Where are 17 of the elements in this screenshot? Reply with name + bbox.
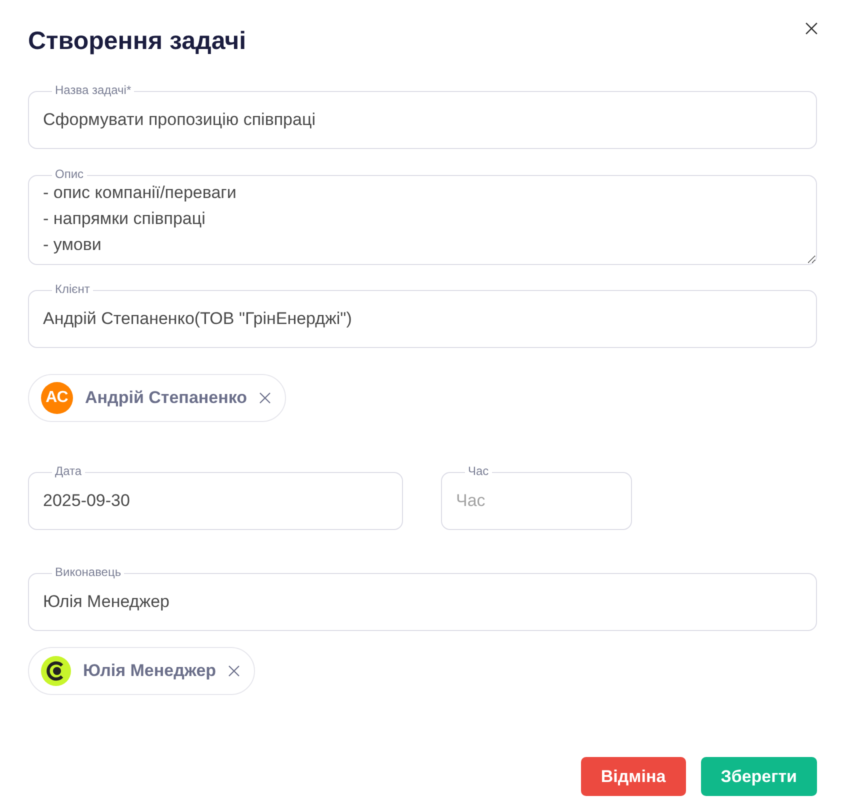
close-icon bbox=[259, 392, 272, 404]
dialog-title: Створення задачі bbox=[28, 26, 246, 56]
close-icon bbox=[804, 22, 818, 34]
field-label: Час bbox=[465, 465, 492, 478]
field-label: Назва задачі* bbox=[52, 84, 134, 97]
close-icon bbox=[228, 665, 240, 677]
field-label: Дата bbox=[52, 465, 85, 478]
field-label: Виконавець bbox=[52, 566, 124, 579]
cancel-button[interactable]: Відміна bbox=[580, 757, 686, 796]
avatar: АС bbox=[41, 382, 73, 414]
remove-button[interactable] bbox=[228, 665, 240, 677]
chip-name: Андрій Степаненко bbox=[85, 388, 248, 408]
chip-name: Юлія Менеджер bbox=[83, 661, 216, 681]
field-label: Опис bbox=[52, 168, 87, 181]
field-label: Клієнт bbox=[52, 283, 93, 296]
logo-avatar-icon bbox=[41, 656, 71, 686]
remove-button[interactable] bbox=[259, 392, 272, 404]
